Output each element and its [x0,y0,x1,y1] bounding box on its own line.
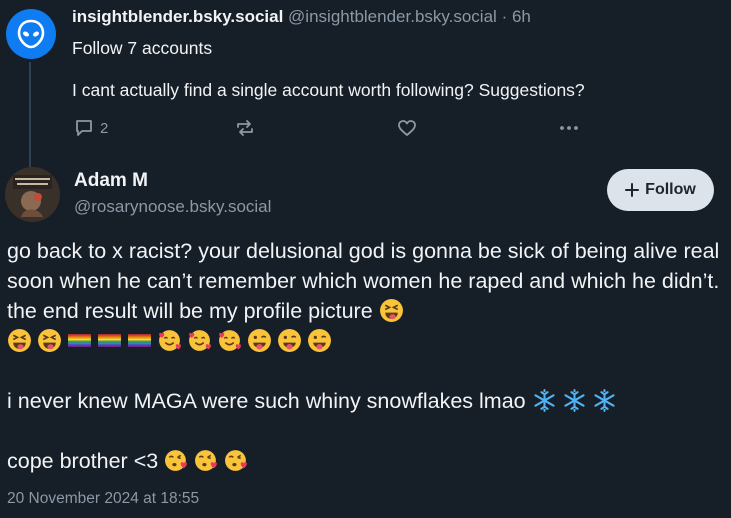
reply-icon [76,120,92,136]
rainbow-flag-emoji-icon [68,334,91,347]
post-paragraph-1: go back to x racist? your delusional god… [7,236,727,356]
parent-post[interactable]: insightblender.bsky.social @insightblend… [72,4,721,102]
squinting-tongue-emoji-icon [379,299,403,322]
smiling-face-with-hearts-emoji-icon [159,330,181,351]
insightblender-avatar[interactable] [6,9,56,59]
winking-tongue-emoji-icon [278,329,301,352]
winking-tongue-emoji-icon [248,329,271,352]
reply-count: 2 [100,119,109,137]
post-timestamp[interactable]: 20 November 2024 at 18:55 [7,490,199,508]
author-name[interactable]: insightblender.bsky.social [72,7,283,26]
ellipsis-icon [560,126,578,130]
follow-label: Follow [645,181,696,198]
adam-m-avatar[interactable] [5,167,60,222]
post-header: insightblender.bsky.social @insightblend… [72,4,721,30]
post-time[interactable]: 6h [512,7,531,26]
smiling-face-with-hearts-emoji-icon [189,330,211,351]
reply-button[interactable]: 2 [74,118,108,138]
post-actions: 2 [72,118,592,144]
face-blowing-kiss-emoji-icon [195,450,218,471]
plus-icon [625,183,640,197]
repost-icon [237,120,253,136]
paragraph-3-text: cope brother <3 [7,449,159,473]
snowflake-emoji-icon [563,389,585,412]
alien-icon [17,19,45,49]
post-text-line-1: Follow 7 accounts [72,38,213,58]
post-paragraph-2: i never knew MAGA were such whiny snowfl… [7,386,727,416]
follow-button[interactable]: Follow [607,169,714,211]
rainbow-flag-emoji-icon [98,334,121,347]
separator-dot: · [501,7,508,26]
face-blowing-kiss-emoji-icon [225,450,248,471]
post-body: go back to x racist? your delusional god… [7,236,727,476]
profile-picture-icon [5,167,60,222]
author-handle[interactable]: @rosarynoose.bsky.social [74,197,271,217]
author-name[interactable]: Adam M [74,170,148,192]
post-text: Follow 7 accounts I cant actually find a… [72,36,721,102]
squinting-tongue-emoji-icon [38,329,61,352]
squinting-tongue-emoji-icon [8,329,31,352]
post-paragraph-3: cope brother <3 [7,446,727,476]
snowflake-emoji-icon [593,389,615,412]
face-blowing-kiss-emoji-icon [165,450,188,471]
winking-tongue-emoji-icon [308,329,331,352]
author-handle[interactable]: @insightblender.bsky.social [288,7,497,26]
repost-button[interactable] [234,118,256,138]
thread-connector-line [29,62,31,168]
rainbow-flag-emoji-icon [128,334,151,347]
more-options-button[interactable] [558,118,580,138]
heart-icon [398,120,416,136]
paragraph-1-text: go back to x racist? your delusional god… [7,239,720,323]
paragraph-2-text: i never knew MAGA were such whiny snowfl… [7,389,526,413]
smiling-face-with-hearts-emoji-icon [219,330,241,351]
post-text-line-2: I cant actually find a single account wo… [72,80,585,100]
like-button[interactable] [397,118,417,138]
snowflake-emoji-icon [533,389,555,412]
